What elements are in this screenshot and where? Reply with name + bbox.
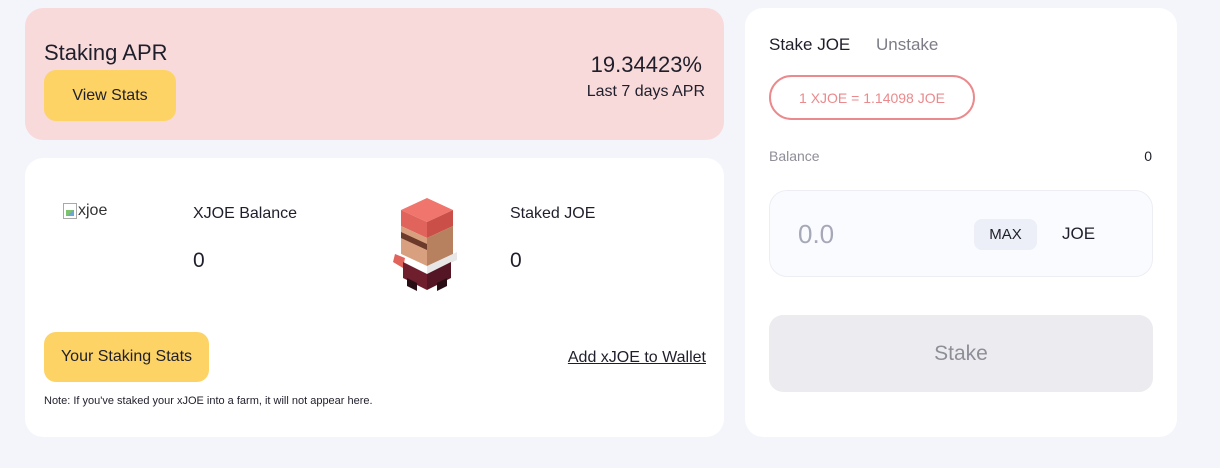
xjoe-balance-label: XJOE Balance <box>193 205 298 222</box>
balance-value: 0 <box>1144 148 1152 164</box>
farm-note: Note: If you've staked your xJOE into a … <box>44 395 373 407</box>
joe-mascot-icon <box>393 198 457 291</box>
max-button[interactable]: MAX <box>974 219 1037 250</box>
view-stats-button[interactable]: View Stats <box>44 70 176 121</box>
exchange-rate-text: 1 XJOE = 1.14098 JOE <box>799 89 945 106</box>
exchange-rate-badge: 1 XJOE = 1.14098 JOE <box>769 75 975 120</box>
stake-panel: Stake JOE Unstake 1 XJOE = 1.14098 JOE B… <box>745 8 1177 437</box>
apr-value: 19.34423% <box>590 52 702 77</box>
amount-input[interactable] <box>798 216 968 252</box>
balance-label: Balance <box>769 148 820 164</box>
xjoe-image: xjoe <box>63 202 107 220</box>
tab-unstake[interactable]: Unstake <box>876 36 938 53</box>
apr-caption: Last 7 days APR <box>586 83 705 100</box>
staking-apr-title: Staking APR <box>44 40 168 65</box>
your-staking-stats-button[interactable]: Your Staking Stats <box>44 332 209 382</box>
stake-button[interactable]: Stake <box>769 315 1153 392</box>
add-xjoe-to-wallet-link[interactable]: Add xJOE to Wallet <box>568 350 706 366</box>
balances-card: xjoe XJOE Balance 0 Staked JOE 0 Your St… <box>25 158 724 437</box>
xjoe-image-alt: xjoe <box>78 202 108 219</box>
broken-image-icon <box>63 203 77 219</box>
staked-joe-label: Staked JOE <box>510 205 596 222</box>
xjoe-balance-value: 0 <box>193 249 205 272</box>
tab-stake-joe[interactable]: Stake JOE <box>769 36 850 53</box>
amount-input-box: MAX JOE <box>769 190 1153 277</box>
staking-apr-card: Staking APR View Stats 19.34423% Last 7 … <box>25 8 724 140</box>
staked-joe-value: 0 <box>510 249 522 272</box>
token-label: JOE <box>1062 224 1096 243</box>
